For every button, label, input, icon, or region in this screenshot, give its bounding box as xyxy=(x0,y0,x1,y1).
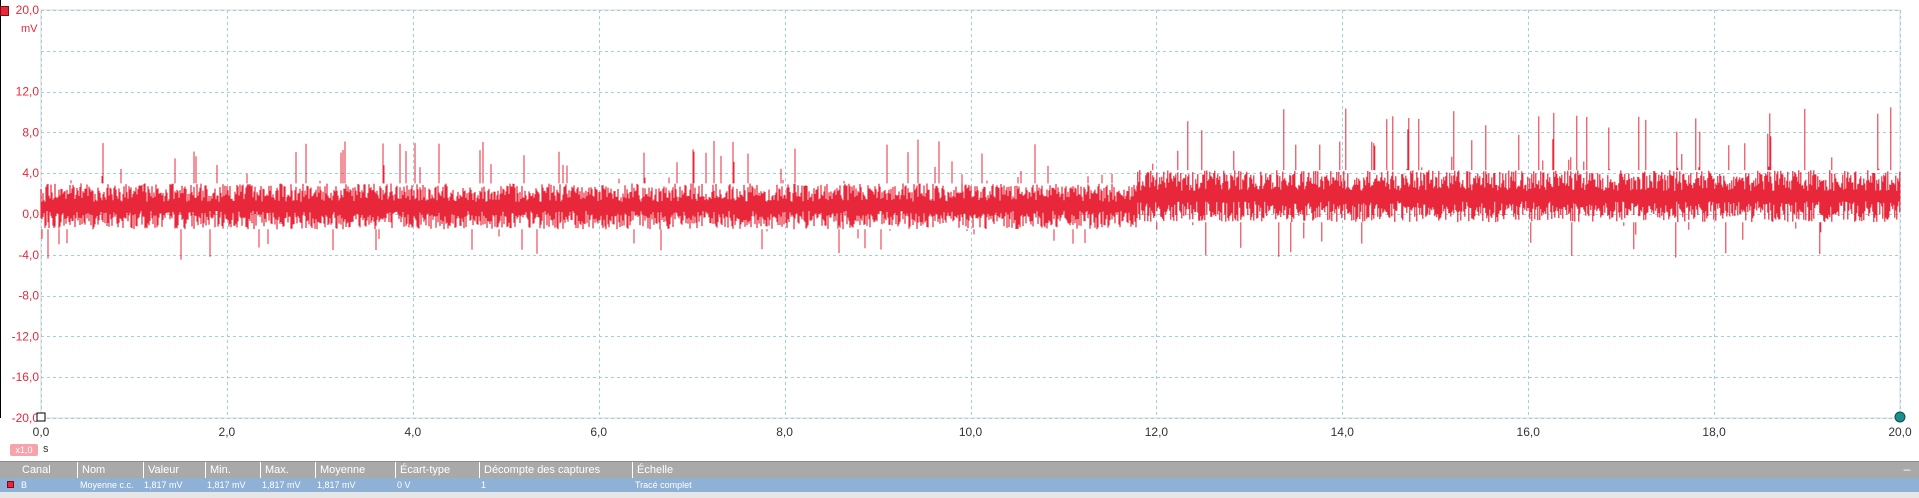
header-min[interactable]: Min. xyxy=(205,462,231,479)
header-nom[interactable]: Nom xyxy=(77,462,105,479)
y-tick-label: -12,0 xyxy=(12,329,40,343)
x-tick-label: 6,0 xyxy=(590,425,607,439)
cell-nom: Moyenne c.c. xyxy=(80,480,134,490)
x-tick-label: 14,0 xyxy=(1331,425,1355,439)
y-tick-label: -4,0 xyxy=(18,248,39,262)
x-tick-label: 18,0 xyxy=(1702,425,1726,439)
cell-moyenne: 1,817 mV xyxy=(317,480,356,490)
measurements-header: Canal Nom Valeur Min. Max. Moyenne Écart… xyxy=(0,461,1919,479)
signal-trace xyxy=(40,107,1901,260)
cell-ecart-type: 0 V xyxy=(397,480,411,490)
cell-echelle: Tracé complet xyxy=(635,480,692,490)
y-tick-label: -16,0 xyxy=(12,370,40,384)
y-axis-ticks: 20,0 12,0 8,0 4,0 0,0 -4,0 -8,0 -12,0 -16,0 -20,0 xyxy=(12,3,40,425)
header-canal[interactable]: Canal xyxy=(18,462,51,479)
x-tick-label: 4,0 xyxy=(404,425,421,439)
cell-valeur: 1,817 mV xyxy=(144,480,183,490)
y-tick-label: 0,0 xyxy=(22,207,39,221)
channel-color-swatch xyxy=(7,481,14,488)
x-tick-label: 12,0 xyxy=(1145,425,1169,439)
channel-b-axis-badge[interactable] xyxy=(0,6,9,16)
cell-canal: B xyxy=(21,480,28,490)
signal-band-0 xyxy=(40,183,1138,230)
measurement-row[interactable]: B Moyenne c.c. 1,817 mV 1,817 mV 1,817 m… xyxy=(0,478,1919,492)
x-tick-label: 10,0 xyxy=(959,425,983,439)
header-moyenne[interactable]: Moyenne xyxy=(315,462,365,479)
header-valeur[interactable]: Valeur xyxy=(143,462,179,479)
header-max[interactable]: Max. xyxy=(260,462,289,479)
minimize-panel-button[interactable]: – xyxy=(1901,463,1913,476)
y-axis-unit: mV xyxy=(21,23,38,35)
y-tick-label: -8,0 xyxy=(18,289,39,303)
y-tick-label: 8,0 xyxy=(22,125,39,139)
x-tick-label: 8,0 xyxy=(776,425,793,439)
x-axis-unit: s xyxy=(43,443,49,455)
header-decompte[interactable]: Décompte des captures xyxy=(479,462,600,479)
cell-max: 1,817 mV xyxy=(262,480,301,490)
measurements-panel: Canal Nom Valeur Min. Max. Moyenne Écart… xyxy=(0,461,1919,498)
x-tick-label: 20,0 xyxy=(1888,425,1912,439)
oscilloscope-chart[interactable]: 20,012,08,04,00,0-4,0-8,0-12,0-16,0-20,0… xyxy=(0,0,1919,498)
y-tick-label: -20,0 xyxy=(12,411,40,425)
trigger-marker-icon[interactable] xyxy=(36,412,46,422)
y-tick-label: 4,0 xyxy=(22,166,39,180)
x-tick-label: 16,0 xyxy=(1517,425,1541,439)
time-ruler-handle-icon[interactable] xyxy=(1894,411,1906,423)
x-tick-label: 0,0 xyxy=(33,425,50,439)
x-zoom-badge[interactable]: x1,0 xyxy=(10,444,38,456)
y-tick-label: 20,0 xyxy=(16,3,40,17)
x-tick-label: 2,0 xyxy=(219,425,236,439)
cell-min: 1,817 mV xyxy=(207,480,246,490)
cell-decompte: 1 xyxy=(481,480,487,490)
header-echelle[interactable]: Échelle xyxy=(632,462,673,479)
signal-band-1 xyxy=(1137,170,1901,223)
header-ecart-type[interactable]: Écart-type xyxy=(395,462,450,479)
y-tick-label: 12,0 xyxy=(16,85,40,99)
x-axis-ticks: 0,0 2,0 4,0 6,0 8,0 10,0 12,0 14,0 16,0 18,0 20,0 xyxy=(33,425,1912,439)
